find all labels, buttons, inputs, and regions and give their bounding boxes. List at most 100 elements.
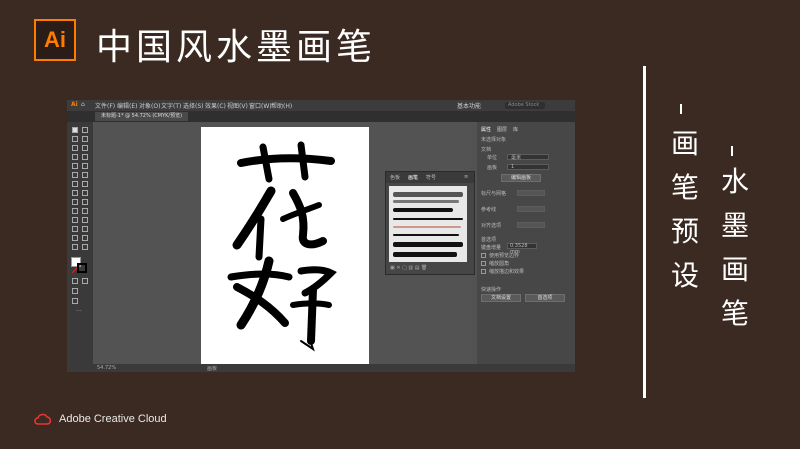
ruler-grid-label: 标尺与网格: [481, 191, 507, 197]
menu-item-edit[interactable]: 编辑(E): [117, 101, 137, 110]
zoom-tool-icon[interactable]: [82, 244, 88, 250]
tab-brushes[interactable]: 画笔: [408, 174, 418, 181]
stock-search-input[interactable]: Adobe Stock: [505, 102, 545, 109]
rotate-tool-icon[interactable]: [82, 181, 88, 187]
brush-stroke[interactable]: [393, 252, 457, 257]
checkbox-scale-corners[interactable]: [481, 261, 486, 266]
type-tool-icon[interactable]: [72, 154, 78, 160]
footer-brand: Adobe Creative Cloud: [33, 412, 167, 426]
lasso-tool-icon[interactable]: [82, 136, 88, 142]
document-tab[interactable]: 未标题-1* @ 54.72% (CMYK/预览): [95, 112, 189, 121]
unit-select[interactable]: 毫米: [507, 154, 549, 161]
home-icon[interactable]: ⌂: [81, 101, 85, 108]
checkbox-scale-corners-label: 缩放圆角: [489, 261, 510, 267]
status-bar: 54.72% 画板: [67, 364, 575, 372]
menu-item-file[interactable]: 文件(F): [95, 101, 115, 110]
pencil-tool-icon[interactable]: [82, 172, 88, 178]
selection-tool-icon[interactable]: [72, 127, 78, 133]
brush-stroke[interactable]: [393, 200, 459, 203]
checkbox-scale-strokes-label: 缩放描边和效果: [489, 269, 525, 275]
props-selection-label: 未选择对象: [481, 137, 507, 143]
screen-mode-icon[interactable]: [72, 298, 78, 304]
snap-buttons[interactable]: [517, 222, 545, 228]
rectangle-tool-icon[interactable]: [72, 163, 78, 169]
snap-label: 对齐选项: [481, 223, 502, 229]
blend-tool-icon[interactable]: [72, 226, 78, 232]
tab-properties[interactable]: 属性: [481, 126, 491, 133]
checkbox-preview-bounds-label: 使用预览边界: [489, 253, 520, 259]
menu-item-select[interactable]: 选择(S): [183, 101, 204, 110]
ruler-grid-buttons[interactable]: [517, 190, 545, 196]
brush-panel-footer-icons[interactable]: ▣ ✕ ▢ ▥ ▤ 🗑: [390, 265, 427, 271]
magic-wand-tool-icon[interactable]: [72, 136, 78, 142]
brush-stroke[interactable]: [393, 242, 463, 247]
keyboard-increment-input[interactable]: 0.3528 mm: [507, 243, 537, 255]
menu-item-object[interactable]: 对象(O): [139, 101, 160, 110]
direct-selection-tool-icon[interactable]: [82, 127, 88, 133]
eraser-tool-icon[interactable]: [72, 181, 78, 187]
menu-item-view[interactable]: 视图(V): [227, 101, 248, 110]
checkbox-preview-bounds[interactable]: [481, 253, 486, 258]
ink-calligraphy-artwork: [227, 141, 337, 352]
line-tool-icon[interactable]: [82, 154, 88, 160]
stroke-swatch[interactable]: [77, 263, 87, 273]
symbol-sprayer-tool-icon[interactable]: [82, 226, 88, 232]
width-tool-icon[interactable]: [82, 190, 88, 196]
brush-stroke[interactable]: [393, 234, 459, 236]
keyboard-increment-label: 键盘增量: [481, 245, 502, 251]
guides-label: 参考线: [481, 207, 497, 213]
brushes-panel-header: 色板 画笔 符号 ≡: [386, 172, 474, 183]
zoom-readout[interactable]: 54.72%: [97, 365, 116, 371]
prefs-label: 首选项: [481, 237, 497, 243]
document-setup-button[interactable]: 文档设置: [481, 294, 521, 302]
brush-stroke[interactable]: [393, 218, 463, 220]
brushes-panel: 色板 画笔 符号 ≡ ▣ ✕ ▢ ▥ ▤ 🗑: [385, 171, 475, 275]
hand-tool-icon[interactable]: [72, 244, 78, 250]
panel-menu-icon[interactable]: ≡: [464, 174, 468, 180]
paintbrush-tool-icon[interactable]: [82, 163, 88, 169]
more-tools-icon[interactable]: ···: [76, 308, 82, 315]
brush-stroke[interactable]: [393, 226, 461, 228]
tab-symbols[interactable]: 符号: [426, 174, 436, 181]
brush-list[interactable]: [389, 186, 467, 262]
tab-layers[interactable]: 图层: [497, 126, 507, 133]
dash-mark: [680, 104, 682, 114]
artboard-tool-icon[interactable]: [82, 235, 88, 241]
brush-stroke[interactable]: [393, 208, 453, 212]
guides-buttons[interactable]: [517, 206, 545, 212]
gradient-tool-icon[interactable]: [72, 217, 78, 223]
color-mode-icon[interactable]: [72, 278, 78, 284]
workspace-switcher[interactable]: 基本功能: [457, 101, 481, 110]
artboard-label: 画板: [487, 165, 498, 171]
tab-libraries[interactable]: 库: [513, 126, 518, 133]
vertical-divider: [643, 66, 646, 398]
checkbox-scale-strokes[interactable]: [481, 269, 486, 274]
shaper-tool-icon[interactable]: [72, 172, 78, 178]
pen-tool-icon[interactable]: [72, 145, 78, 151]
menu-bar: Ai ⌂ 文件(F) 编辑(E) 对象(O) 文字(T) 选择(S) 效果(C)…: [67, 100, 575, 111]
artboard-select[interactable]: 1: [507, 164, 549, 170]
edit-artboard-button[interactable]: 编辑画板: [501, 174, 541, 182]
preferences-button[interactable]: 首选项: [525, 294, 565, 302]
brush-stroke[interactable]: [393, 192, 463, 197]
artboard[interactable]: [201, 127, 369, 365]
menu-item-help[interactable]: 帮助(H): [271, 101, 292, 110]
eyedropper-tool-icon[interactable]: [82, 217, 88, 223]
tools-panel: ···: [67, 122, 93, 364]
shape-builder-tool-icon[interactable]: [82, 199, 88, 205]
menu-item-effect[interactable]: 效果(C): [205, 101, 226, 110]
tab-swatches[interactable]: 色板: [390, 174, 400, 181]
menu-item-window[interactable]: 窗口(W): [249, 101, 272, 110]
side-text-left: 画笔预设: [670, 127, 699, 292]
menu-item-type[interactable]: 文字(T): [161, 101, 181, 110]
curvature-tool-icon[interactable]: [82, 145, 88, 151]
draw-mode-icon[interactable]: [72, 288, 78, 294]
graph-tool-icon[interactable]: [72, 235, 78, 241]
free-transform-tool-icon[interactable]: [72, 199, 78, 205]
perspective-grid-tool-icon[interactable]: [72, 208, 78, 214]
gradient-mode-icon[interactable]: [82, 278, 88, 284]
illustrator-screenshot: Ai ⌂ 文件(F) 编辑(E) 对象(O) 文字(T) 选择(S) 效果(C)…: [67, 100, 575, 372]
mesh-tool-icon[interactable]: [82, 208, 88, 214]
illustrator-logo: Ai: [34, 19, 76, 61]
scale-tool-icon[interactable]: [72, 190, 78, 196]
